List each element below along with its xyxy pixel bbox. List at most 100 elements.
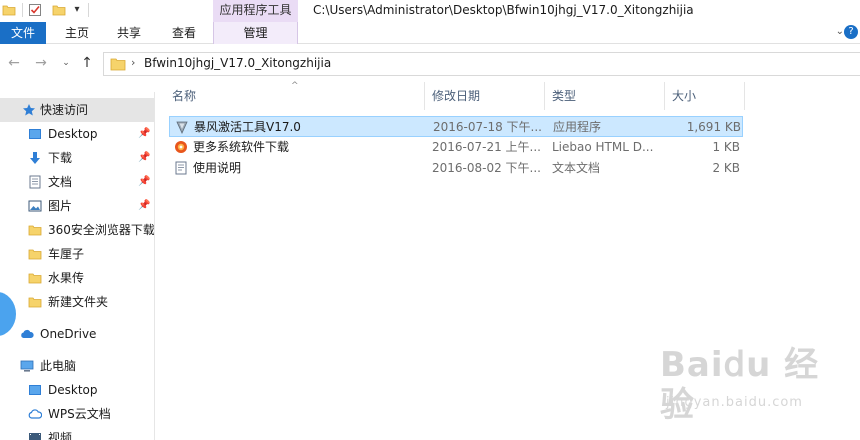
document-icon <box>29 175 41 189</box>
tab-manage[interactable]: 管理 <box>213 22 298 44</box>
file-size: 2 KB <box>712 161 740 175</box>
sidebar-item-label: 此电脑 <box>40 359 77 373</box>
star-icon <box>23 104 35 116</box>
sidebar-item-label: 车厘子 <box>48 247 85 261</box>
tab-view[interactable]: 查看 <box>165 22 203 44</box>
file-size: 1,691 KB <box>686 120 741 134</box>
expand-ribbon-icon[interactable]: ⌄ <box>836 26 844 37</box>
file-size: 1 KB <box>712 140 740 154</box>
sidebar-item-label: 图片 <box>48 199 73 213</box>
navigation-bar: ← → ⌄ ↑ › Bfwin10jhgj_V17.0_Xitongzhijia <box>0 44 860 82</box>
file-type: 文本文档 <box>552 161 601 175</box>
column-header-name[interactable]: 名称 <box>172 82 422 110</box>
pin-icon[interactable]: 📌 <box>138 122 150 146</box>
help-icon[interactable]: ? <box>844 25 858 39</box>
tab-share[interactable]: 共享 <box>110 22 148 44</box>
file-date: 2016-07-21 上午... <box>432 140 541 154</box>
sidebar-item-label: Desktop <box>48 127 98 141</box>
watermark-logo: Bai𝖽u 经验 <box>660 345 820 425</box>
sidebar-item-wps-cloud[interactable]: WPS云文档 <box>0 402 154 426</box>
navigation-pane: 快速访问 Desktop 📌 下载 📌 文档 📌 图片 📌 360安全浏览器下载… <box>0 92 155 440</box>
window-title: C:\Users\Administrator\Desktop\Bfwin10jh… <box>313 3 694 17</box>
video-icon <box>29 433 41 440</box>
folder-icon <box>110 58 126 71</box>
sidebar-item-pc-desktop[interactable]: Desktop <box>0 378 154 402</box>
sidebar-item-label: 下载 <box>48 151 73 165</box>
new-folder-icon[interactable] <box>52 3 66 17</box>
column-divider[interactable] <box>744 82 745 110</box>
computer-icon <box>20 360 34 372</box>
ribbon-tabs: 文件 主页 共享 查看 管理 ⌄ ? <box>0 22 860 44</box>
sidebar-item-onedrive[interactable]: OneDrive <box>0 322 154 346</box>
table-row[interactable]: 更多系统软件下载 2016-07-21 上午... Liebao HTML D.… <box>169 137 743 158</box>
column-divider[interactable] <box>424 82 425 110</box>
sidebar-item-label: WPS云文档 <box>48 407 111 421</box>
address-bar[interactable]: › Bfwin10jhgj_V17.0_Xitongzhijia <box>103 52 860 76</box>
forward-arrow-icon[interactable]: → <box>33 55 49 71</box>
desktop-icon <box>29 129 41 139</box>
tab-file[interactable]: 文件 <box>0 22 46 44</box>
breadcrumb-chevron-icon[interactable]: › <box>131 56 135 69</box>
sidebar-item-videos[interactable]: 视频 <box>0 426 154 440</box>
picture-icon <box>28 200 42 212</box>
html-document-icon <box>175 141 187 153</box>
breadcrumb[interactable]: Bfwin10jhgj_V17.0_Xitongzhijia <box>144 56 331 70</box>
pin-icon[interactable]: 📌 <box>138 170 150 194</box>
desktop-icon <box>29 385 41 395</box>
file-type: Liebao HTML D... <box>552 140 654 154</box>
file-date: 2016-08-02 下午... <box>432 161 541 175</box>
column-divider[interactable] <box>544 82 545 110</box>
sidebar-item-label: 360安全浏览器下载 <box>48 223 155 237</box>
activator-app-icon <box>176 121 188 134</box>
file-name: 使用说明 <box>193 161 242 175</box>
toolbar-divider <box>22 3 23 17</box>
context-tab-group-title: 应用程序工具 <box>213 0 298 22</box>
sidebar-item-label: 快速访问 <box>40 103 89 117</box>
recent-locations-icon[interactable]: ⌄ <box>58 55 74 71</box>
sidebar-item-label: 视频 <box>48 431 73 440</box>
sidebar-item-fruit[interactable]: 水果传 <box>0 266 154 290</box>
pin-icon[interactable]: 📌 <box>138 194 150 218</box>
table-row[interactable]: 使用说明 2016-08-02 下午... 文本文档 2 KB <box>169 158 743 179</box>
tab-home[interactable]: 主页 <box>58 22 96 44</box>
column-divider[interactable] <box>664 82 665 110</box>
text-file-icon <box>175 161 187 175</box>
folder-icon <box>28 297 42 308</box>
download-icon <box>30 152 40 164</box>
title-bar: ▾ 应用程序工具 C:\Users\Administrator\Desktop\… <box>0 0 860 22</box>
sidebar-item-desktop[interactable]: Desktop 📌 <box>0 122 154 146</box>
folder-icon[interactable] <box>2 3 16 17</box>
sidebar-item-new-folder[interactable]: 新建文件夹 <box>0 290 154 314</box>
file-type: 应用程序 <box>553 120 602 134</box>
pin-icon[interactable]: 📌 <box>138 146 150 170</box>
watermark-url: jingyan.baidu.com <box>666 395 803 410</box>
sidebar-item-label: 水果传 <box>48 271 85 285</box>
column-header-date[interactable]: 修改日期 <box>432 82 542 110</box>
sidebar-item-360-downloads[interactable]: 360安全浏览器下载 <box>0 218 154 242</box>
sidebar-item-label: OneDrive <box>40 327 97 341</box>
sidebar-item-label: Desktop <box>48 383 98 397</box>
sidebar-item-quick-access[interactable]: 快速访问 <box>0 98 154 122</box>
folder-icon <box>28 273 42 284</box>
sidebar-item-this-pc[interactable]: 此电脑 <box>0 354 154 378</box>
folder-icon <box>28 249 42 260</box>
column-header-type[interactable]: 类型 <box>552 82 662 110</box>
sidebar-item-label: 文档 <box>48 175 73 189</box>
table-row[interactable]: 暴风激活工具V17.0 2016-07-18 下午... 应用程序 1,691 … <box>169 116 743 137</box>
back-arrow-icon[interactable]: ← <box>6 55 22 71</box>
sidebar-item-label: 新建文件夹 <box>48 295 109 309</box>
file-name: 暴风激活工具V17.0 <box>194 120 301 134</box>
sidebar-item-cherries[interactable]: 车厘子 <box>0 242 154 266</box>
toolbar-divider <box>88 3 89 17</box>
file-date: 2016-07-18 下午... <box>433 120 542 134</box>
sidebar-item-documents[interactable]: 文档 📌 <box>0 170 154 194</box>
column-header-size[interactable]: 大小 <box>672 82 742 110</box>
up-arrow-icon[interactable]: ↑ <box>79 55 95 71</box>
properties-icon[interactable] <box>28 3 42 17</box>
file-name: 更多系统软件下载 <box>193 140 290 154</box>
sidebar-item-downloads[interactable]: 下载 📌 <box>0 146 154 170</box>
customize-toolbar-icon[interactable]: ▾ <box>72 4 82 18</box>
folder-icon <box>28 225 42 236</box>
sidebar-item-pictures[interactable]: 图片 📌 <box>0 194 154 218</box>
wps-cloud-icon <box>28 409 42 419</box>
